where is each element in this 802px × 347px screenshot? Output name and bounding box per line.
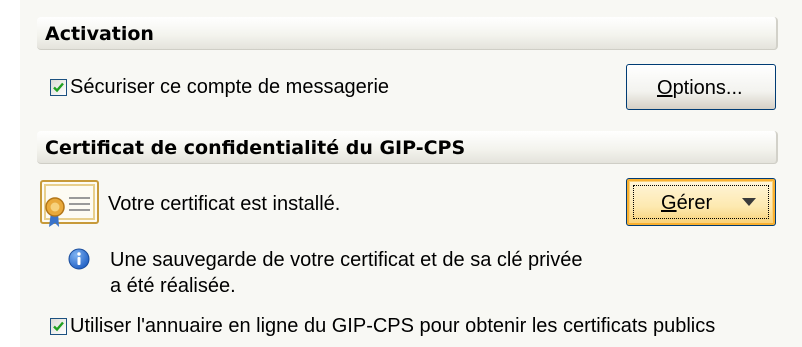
use-directory-label[interactable]: Utiliser l'annuaire en ligne du GIP-CPS … xyxy=(70,314,715,338)
options-mnemonic: O xyxy=(657,77,673,99)
section-header-activation: Activation xyxy=(37,17,778,50)
check-mark-icon xyxy=(53,321,64,332)
backup-info-line2: a été réalisée. xyxy=(110,275,236,297)
certificate-status-text: Votre certificat est installé. xyxy=(108,193,341,215)
manage-button[interactable]: Gérer xyxy=(626,178,776,226)
options-button[interactable]: Options... xyxy=(626,64,776,110)
manage-label: érer xyxy=(676,192,713,214)
use-directory-checkbox[interactable] xyxy=(50,318,67,335)
secure-account-checkbox[interactable] xyxy=(50,79,67,96)
section-title-activation: Activation xyxy=(45,23,154,45)
manage-mnemonic: G xyxy=(661,192,677,214)
section-header-certificate: Certificat de confidentialité du GIP-CPS xyxy=(37,131,778,164)
section-title-certificate: Certificat de confidentialité du GIP-CPS xyxy=(45,137,466,159)
options-label: ptions... xyxy=(672,77,743,99)
certificate-icon xyxy=(39,178,101,228)
secure-account-label[interactable]: Sécuriser ce compte de messagerie xyxy=(70,75,389,99)
check-mark-icon xyxy=(53,82,64,93)
backup-info-line1: Une sauvegarde de votre certificat et de… xyxy=(110,249,583,271)
dropdown-arrow-icon xyxy=(742,198,756,206)
info-icon xyxy=(68,248,90,270)
